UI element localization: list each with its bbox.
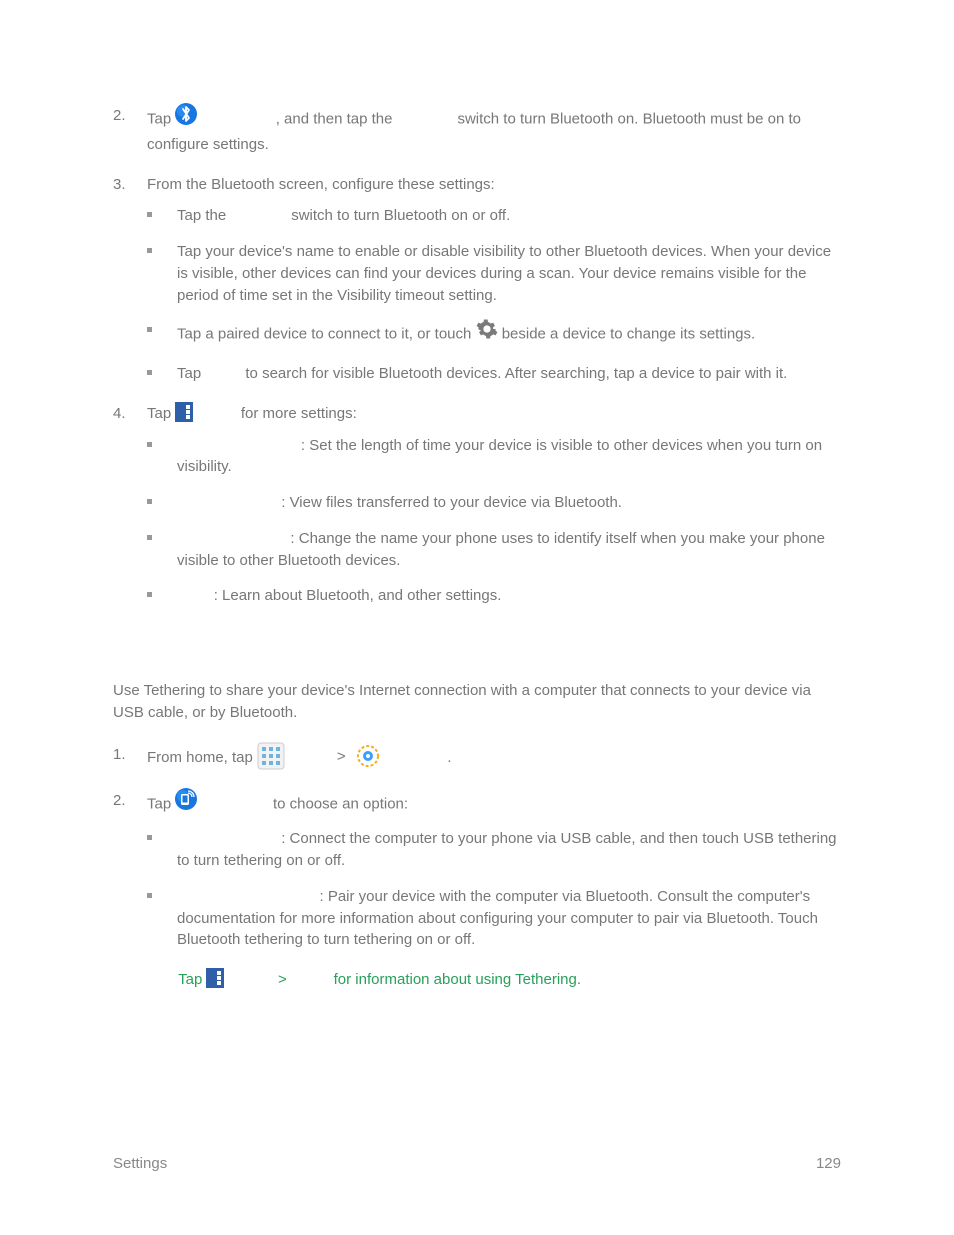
menu-label: Menu	[198, 405, 237, 422]
option-label: USB tethering	[177, 830, 277, 847]
text: switch to turn Bluetooth on or off.	[291, 207, 510, 224]
step-body: Tap Tethering to choose an option: USB t…	[147, 790, 841, 952]
help-label: Help	[297, 971, 330, 988]
list-item: Help : Learn about Bluetooth, and other …	[147, 585, 841, 607]
bluetooth-label: Bluetooth	[202, 110, 272, 127]
apps-icon	[257, 742, 285, 770]
step-number: 1.	[113, 744, 137, 766]
step-body: From the Bluetooth screen, configure the…	[147, 174, 841, 385]
bluetooth-icon	[175, 103, 197, 132]
scan-label: Scan	[205, 365, 241, 382]
step-2: 2. Tap Bluetooth , and then tap the ON/O…	[113, 105, 841, 156]
list-item: Tap the ON/OFF switch to turn Bluetooth …	[147, 205, 841, 227]
list-item: Visibility timeout : Set the length of t…	[147, 435, 841, 479]
text: for information about using Tethering.	[334, 971, 581, 988]
text: >	[272, 971, 293, 988]
list-item: Rename device : Change the name your pho…	[147, 528, 841, 572]
menu-icon	[175, 402, 193, 422]
text: to choose an option:	[273, 795, 408, 812]
footer-left: Settings	[113, 1153, 167, 1175]
text: beside a device to change its settings.	[502, 326, 756, 343]
list-item: Tap a paired device to connect to it, or…	[147, 320, 841, 349]
step-number: 4.	[113, 403, 137, 425]
list-item: Bluetooth tethering : Pair your device w…	[147, 886, 841, 951]
step-1: 1. From home, tap Apps >	[113, 744, 841, 772]
tethering-icon	[175, 788, 197, 817]
step-3: 3. From the Bluetooth screen, configure …	[113, 174, 841, 385]
bluetooth-steps: 2. Tap Bluetooth , and then tap the ON/O…	[113, 105, 841, 607]
step-number: 3.	[113, 174, 137, 196]
text: >	[331, 748, 352, 765]
step-body: Tap Menu for more settings: Visibility t…	[147, 403, 841, 607]
step-2: 2. Tap Tethering to choose an option: US…	[113, 790, 841, 952]
text: From the Bluetooth screen, configure the…	[147, 176, 495, 193]
tethering-intro: Use Tethering to share your device's Int…	[113, 680, 841, 724]
step-4: 4. Tap Menu for more settings: Visibilit…	[113, 403, 841, 607]
option-label: Bluetooth tethering	[177, 888, 315, 905]
step-number: 2.	[113, 790, 137, 812]
text: : View files transferred to your device …	[281, 494, 622, 511]
option-label: Visibility timeout	[177, 437, 297, 454]
text: , and then tap the	[276, 110, 397, 127]
settings-icon	[356, 744, 380, 768]
apps-label: Apps	[289, 748, 327, 765]
menu-label: Menu	[229, 971, 268, 988]
option-label: Help	[177, 587, 210, 604]
list-item: USB tethering : Connect the computer to …	[147, 828, 841, 872]
menu-icon	[206, 968, 224, 988]
step-body: From home, tap Apps >	[147, 744, 841, 772]
text: to search for visible Bluetooth devices.…	[245, 365, 787, 382]
text: From home, tap	[147, 748, 257, 765]
step-number: 2.	[113, 105, 137, 127]
tethering-sublist: USB tethering : Connect the computer to …	[147, 828, 841, 951]
tip: Tip: Tap Menu > Help for information abo…	[113, 969, 841, 991]
gear-icon	[476, 318, 498, 347]
text: Tap	[178, 971, 206, 988]
tip-label: Tip:	[147, 971, 174, 988]
text: : Learn about Bluetooth, and other setti…	[214, 587, 502, 604]
list-item: Received files : View files transferred …	[147, 492, 841, 514]
switch-label: ON/OFF	[397, 110, 454, 127]
footer-right: 129	[816, 1153, 841, 1175]
option-label: Received files	[177, 494, 277, 511]
text: .	[447, 748, 451, 765]
page-footer: Settings 129	[113, 1153, 841, 1175]
text: for more settings:	[241, 405, 357, 422]
text: Tap	[177, 365, 205, 382]
tethering-heading: Tethering	[113, 637, 841, 666]
settings-label: Settings	[384, 748, 443, 765]
step3-sublist: Tap the ON/OFF switch to turn Bluetooth …	[147, 205, 841, 385]
list-item: Tap Scan to search for visible Bluetooth…	[147, 363, 841, 385]
list-item: Tap your device's name to enable or disa…	[147, 241, 841, 306]
text: Tap the	[177, 207, 230, 224]
text: Tap	[147, 795, 175, 812]
option-label: Rename device	[177, 530, 286, 547]
step-body: Tap Bluetooth , and then tap the ON/OFF …	[147, 105, 841, 156]
text: Tap your device's name to enable or disa…	[177, 243, 831, 304]
text: Tap a paired device to connect to it, or…	[177, 326, 476, 343]
step4-sublist: Visibility timeout : Set the length of t…	[147, 435, 841, 608]
tethering-label: Tethering	[202, 795, 269, 812]
tethering-steps: 1. From home, tap Apps >	[113, 744, 841, 952]
switch-label: ON/OFF	[230, 207, 287, 224]
text: Tap	[147, 405, 175, 422]
text: Tap	[147, 110, 175, 127]
